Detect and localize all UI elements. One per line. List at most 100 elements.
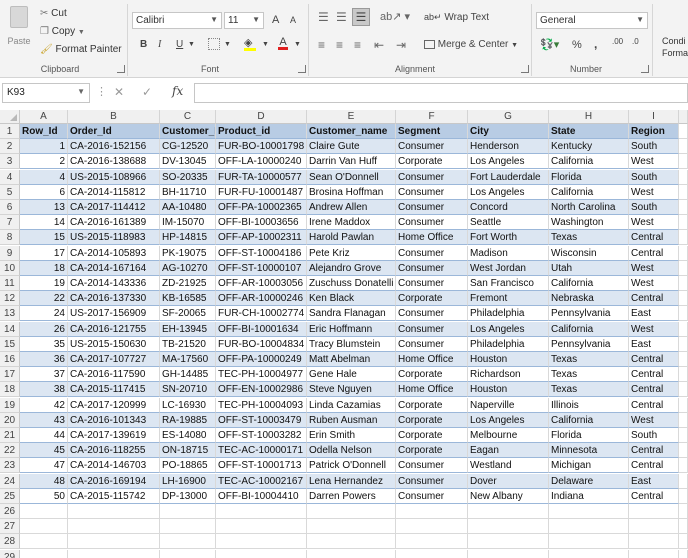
table-cell[interactable]: Sandra Flanagan bbox=[307, 306, 396, 322]
column-header-b[interactable]: B bbox=[68, 110, 160, 124]
table-cell[interactable] bbox=[679, 306, 688, 322]
table-cell[interactable]: East bbox=[629, 473, 679, 489]
table-cell[interactable] bbox=[679, 534, 688, 550]
table-cell[interactable]: 19 bbox=[20, 276, 68, 291]
table-cell[interactable] bbox=[679, 154, 688, 170]
table-cell[interactable]: California bbox=[549, 321, 629, 337]
table-cell[interactable] bbox=[679, 382, 688, 398]
table-cell[interactable]: CA-2014-146703 bbox=[68, 458, 160, 474]
table-cell[interactable]: OFF-BI-10001634 bbox=[216, 321, 307, 337]
table-cell[interactable]: CA-2016-101343 bbox=[68, 412, 160, 428]
table-cell[interactable]: FUR-TA-10000577 bbox=[216, 169, 307, 185]
table-cell[interactable] bbox=[216, 549, 307, 558]
table-cell[interactable]: Corporate bbox=[396, 412, 468, 428]
accounting-format-icon[interactable]: 💱▾ bbox=[540, 38, 559, 51]
table-cell[interactable] bbox=[396, 519, 468, 535]
table-cell[interactable]: Concord bbox=[468, 200, 549, 215]
table-cell[interactable]: Alejandro Grove bbox=[307, 260, 396, 276]
table-cell[interactable]: Illinois bbox=[549, 397, 629, 413]
table-cell[interactable] bbox=[68, 519, 160, 535]
table-cell[interactable]: OFF-ST-10004186 bbox=[216, 245, 307, 261]
more-options-icon[interactable]: ⋮ bbox=[96, 85, 107, 98]
column-header-h[interactable]: H bbox=[549, 110, 629, 124]
table-cell[interactable] bbox=[396, 549, 468, 558]
table-cell[interactable]: Eagan bbox=[468, 443, 549, 459]
table-cell[interactable] bbox=[160, 504, 216, 519]
row-header[interactable]: 5 bbox=[0, 184, 20, 200]
table-cell[interactable]: Corporate bbox=[396, 291, 468, 307]
table-cell[interactable] bbox=[629, 519, 679, 535]
table-header-cell[interactable]: Customer_I bbox=[160, 124, 216, 139]
table-cell[interactable]: Corporate bbox=[396, 443, 468, 459]
cut-button[interactable]: ✂ Cut bbox=[40, 8, 67, 19]
increase-decimal-button[interactable]: .00 bbox=[612, 38, 623, 46]
table-cell[interactable] bbox=[679, 367, 688, 383]
table-cell[interactable] bbox=[549, 504, 629, 519]
copy-button[interactable]: ❐ Copy ▼ bbox=[40, 26, 85, 37]
table-header-cell[interactable]: City bbox=[468, 124, 549, 139]
table-cell[interactable]: Nebraska bbox=[549, 291, 629, 307]
table-cell[interactable]: Consumer bbox=[396, 473, 468, 489]
table-cell[interactable]: Linda Cazamias bbox=[307, 397, 396, 413]
table-cell[interactable]: Wisconsin bbox=[549, 245, 629, 261]
table-cell[interactable] bbox=[216, 534, 307, 550]
table-cell[interactable]: DP-13000 bbox=[160, 488, 216, 504]
table-cell[interactable] bbox=[549, 519, 629, 535]
table-cell[interactable]: Central bbox=[629, 367, 679, 383]
table-cell[interactable]: West bbox=[629, 215, 679, 231]
table-cell[interactable]: CA-2017-107727 bbox=[68, 352, 160, 367]
table-cell[interactable]: New Albany bbox=[468, 488, 549, 504]
table-cell[interactable] bbox=[679, 291, 688, 307]
table-cell[interactable]: West bbox=[629, 276, 679, 291]
table-cell[interactable] bbox=[160, 549, 216, 558]
table-cell[interactable]: MA-17560 bbox=[160, 352, 216, 367]
table-cell[interactable]: Eric Hoffmann bbox=[307, 321, 396, 337]
table-cell[interactable]: South bbox=[629, 139, 679, 155]
merge-center-button[interactable]: Merge & Center ▼ bbox=[424, 39, 518, 50]
table-cell[interactable]: Westland bbox=[468, 458, 549, 474]
table-cell[interactable]: Tracy Blumstein bbox=[307, 336, 396, 352]
table-cell[interactable]: Claire Gute bbox=[307, 139, 396, 155]
table-cell[interactable]: CA-2014-115812 bbox=[68, 184, 160, 200]
table-cell[interactable] bbox=[679, 397, 688, 413]
table-cell[interactable]: CA-2014-167164 bbox=[68, 260, 160, 276]
table-cell[interactable]: 44 bbox=[20, 428, 68, 443]
table-cell[interactable] bbox=[307, 549, 396, 558]
table-cell[interactable]: Washington bbox=[549, 215, 629, 231]
table-cell[interactable]: SN-20710 bbox=[160, 382, 216, 398]
row-header[interactable]: 24 bbox=[0, 473, 20, 489]
table-cell[interactable]: Ruben Ausman bbox=[307, 412, 396, 428]
format-as-table-button[interactable]: Forma bbox=[662, 48, 688, 58]
table-cell[interactable]: 42 bbox=[20, 397, 68, 413]
table-header-cell[interactable]: Segment bbox=[396, 124, 468, 139]
table-cell[interactable]: Los Angeles bbox=[468, 412, 549, 428]
table-cell[interactable]: California bbox=[549, 412, 629, 428]
table-cell[interactable]: Seattle bbox=[468, 215, 549, 231]
table-cell[interactable] bbox=[679, 230, 688, 246]
table-cell[interactable]: California bbox=[549, 276, 629, 291]
table-cell[interactable]: California bbox=[549, 184, 629, 200]
table-cell[interactable]: Consumer bbox=[396, 215, 468, 231]
table-cell[interactable]: OFF-ST-10000107 bbox=[216, 260, 307, 276]
table-cell[interactable]: Erin Smith bbox=[307, 428, 396, 443]
table-cell[interactable] bbox=[160, 519, 216, 535]
table-header-cell[interactable]: Region bbox=[629, 124, 679, 139]
table-cell[interactable]: Houston bbox=[468, 352, 549, 367]
worksheet-grid[interactable]: A B C D E F G H I 1 Row_Id Order_Id Customer_I Produc… bbox=[0, 110, 688, 558]
table-cell[interactable] bbox=[216, 519, 307, 535]
table-cell[interactable]: Matt Abelman bbox=[307, 352, 396, 367]
underline-button[interactable]: U bbox=[176, 39, 183, 50]
table-cell[interactable]: Consumer bbox=[396, 321, 468, 337]
table-cell[interactable]: Consumer bbox=[396, 139, 468, 155]
table-cell[interactable]: Central bbox=[629, 488, 679, 504]
font-color-icon[interactable]: A bbox=[278, 36, 288, 50]
row-header[interactable]: 22 bbox=[0, 443, 20, 459]
table-cell[interactable]: Fort Worth bbox=[468, 230, 549, 246]
table-cell[interactable]: 45 bbox=[20, 443, 68, 459]
table-cell[interactable]: LC-16930 bbox=[160, 397, 216, 413]
decrease-decimal-button[interactable]: .0 bbox=[632, 38, 639, 46]
table-cell[interactable]: Home Office bbox=[396, 352, 468, 367]
cancel-icon[interactable]: ✕ bbox=[114, 85, 124, 99]
table-cell[interactable] bbox=[20, 549, 68, 558]
table-cell[interactable]: US-2015-150630 bbox=[68, 336, 160, 352]
